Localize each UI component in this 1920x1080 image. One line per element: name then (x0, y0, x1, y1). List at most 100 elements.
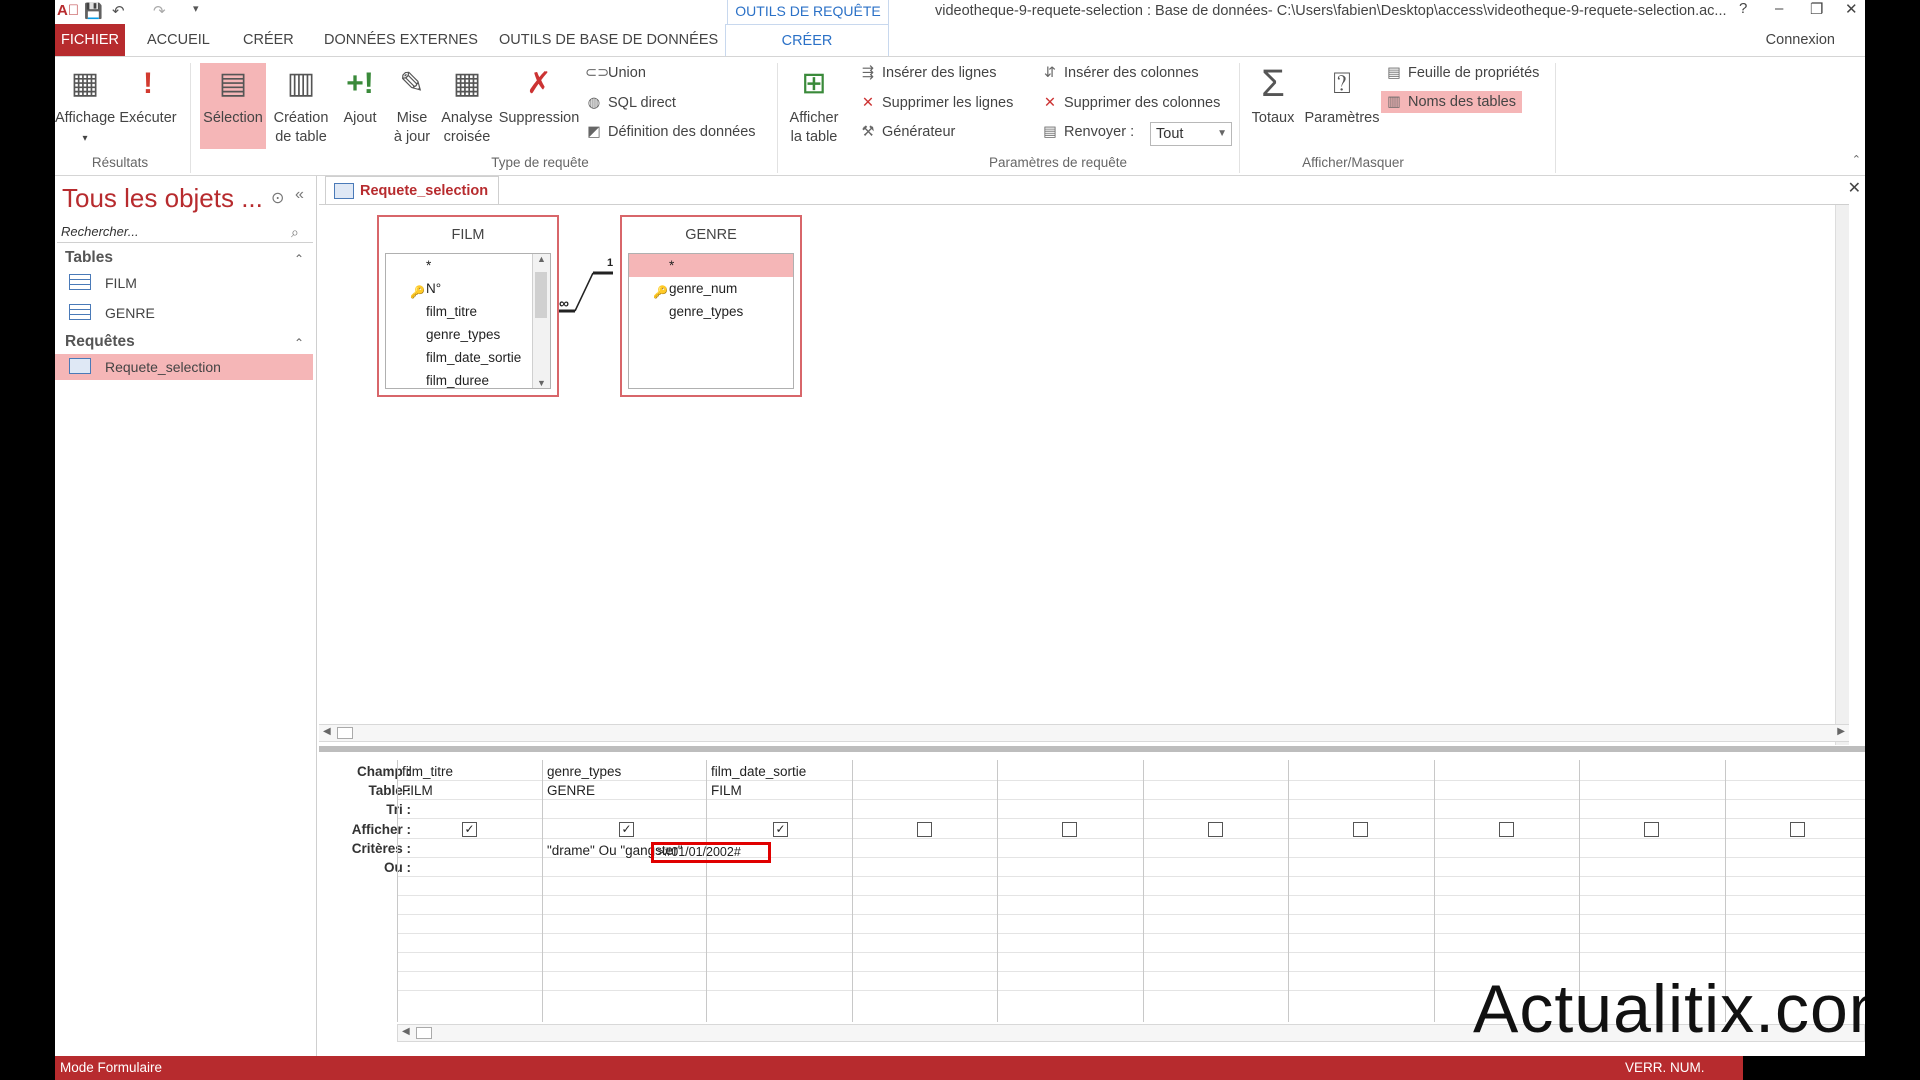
table-icon (69, 274, 91, 290)
grid-column-empty (1143, 760, 1288, 1022)
cell-afficher-checkbox[interactable]: ✓ (773, 822, 788, 837)
sql-direct-button[interactable]: ◍ SQL direct (585, 95, 676, 111)
ajout-button[interactable]: +! Ajout (336, 65, 384, 128)
field-film-titre[interactable]: film_titre (386, 300, 550, 323)
affichage-button[interactable]: ▦ Affichage ▾ (55, 65, 115, 148)
status-mode: Mode Formulaire (60, 1060, 163, 1075)
table-pane-vscroll[interactable] (1835, 205, 1849, 745)
status-bar: Mode Formulaire VERR. NUM. (55, 1056, 1865, 1080)
tab-donnees-externes[interactable]: DONNÉES EXTERNES (314, 24, 488, 56)
cell-criteres-highlighted[interactable]: >#01/01/2002# (651, 842, 771, 863)
definition-donnees-button[interactable]: ◩ Définition des données (585, 124, 755, 140)
customize-qat-icon[interactable]: ▾ (193, 2, 199, 15)
cell-champ[interactable]: genre_types (547, 762, 621, 781)
navigation-pane: Tous les objets ... ⊙ « Rechercher... ⌕ … (55, 176, 317, 1056)
nav-group-tables[interactable]: Tables (65, 249, 113, 267)
query-icon (334, 183, 354, 199)
nav-item-genre[interactable]: GENRE (55, 300, 313, 326)
field-star[interactable]: * (629, 254, 793, 277)
cell-afficher-checkbox[interactable] (1790, 822, 1805, 837)
chevron-up-icon[interactable]: ⌃ (294, 336, 304, 350)
cell-table[interactable]: FILM (711, 781, 742, 800)
inserer-lignes-button[interactable]: ⇶ Insérer des lignes (859, 65, 997, 81)
cell-table[interactable]: GENRE (547, 781, 595, 800)
grid-column-empty (852, 760, 997, 1022)
film-scrollbar[interactable]: ▲ ▼ (532, 254, 550, 388)
genre-table-box[interactable]: GENRE * 🔑 genre_num genre_types (620, 215, 802, 397)
totaux-button[interactable]: Σ Totaux (1245, 65, 1301, 128)
afficher-table-button[interactable]: ⊞ Afficher la table (781, 65, 847, 147)
field-star[interactable]: * (386, 254, 550, 277)
cell-afficher-checkbox[interactable]: ✓ (462, 822, 477, 837)
collapse-nav-icon[interactable]: « (295, 186, 304, 204)
minimize-button[interactable]: – (1775, 0, 1783, 17)
generateur-button[interactable]: ⚒ Générateur (859, 124, 956, 140)
selection-button[interactable]: ▤ Sélection (200, 63, 266, 149)
executer-button[interactable]: ! Exécuter (118, 65, 178, 128)
field-numero[interactable]: 🔑 N° (386, 277, 550, 300)
field-film-date-sortie[interactable]: film_date_sortie (386, 346, 550, 369)
nav-item-film[interactable]: FILM (55, 270, 313, 296)
mise-a-jour-button[interactable]: ✎ Mise à jour (387, 65, 437, 147)
document-tab[interactable]: Requete_selection (325, 176, 500, 204)
cell-table[interactable]: FILM (402, 781, 433, 800)
tab-accueil[interactable]: ACCUEIL (137, 24, 220, 56)
inserer-colonnes-button[interactable]: ⇵ Insérer des colonnes (1041, 65, 1199, 81)
cell-champ[interactable]: film_titre (402, 762, 453, 781)
restore-button[interactable]: ❐ (1810, 0, 1823, 18)
cell-afficher-checkbox[interactable] (1208, 822, 1223, 837)
supprimer-lignes-button[interactable]: ✕ Supprimer les lignes (859, 95, 1013, 111)
cell-afficher-checkbox[interactable] (1644, 822, 1659, 837)
watermark: Actualitix.com (1473, 971, 1865, 1047)
pane-splitter[interactable] (319, 746, 1865, 752)
tab-creer-requete[interactable]: CRÉER (725, 24, 889, 56)
globe-icon: ◍ (587, 95, 601, 111)
nav-item-requete-selection[interactable]: Requete_selection (55, 354, 313, 380)
cell-afficher-checkbox[interactable] (1499, 822, 1514, 837)
query-design-document: Requete_selection ✕ FILM * 🔑 N° film_titr… (319, 176, 1865, 1056)
search-icon[interactable]: ⌕ (291, 224, 299, 241)
select-query-icon: ▤ (218, 67, 248, 100)
suppression-button[interactable]: ✗ Suppression (497, 65, 581, 128)
parametres-button[interactable]: ⍰ Paramètres (1302, 65, 1382, 128)
save-icon[interactable]: 💾 (84, 2, 103, 20)
tab-creer[interactable]: CRÉER (233, 24, 304, 56)
union-button[interactable]: ⊂⊃Union (585, 65, 646, 81)
help-icon[interactable]: ? (1739, 0, 1747, 17)
redo-icon[interactable]: ↷ (153, 2, 166, 20)
cell-afficher-checkbox[interactable]: ✓ (619, 822, 634, 837)
creation-table-button[interactable]: ▥ Création de table (267, 65, 335, 147)
supprimer-colonnes-button[interactable]: ✕ Supprimer des colonnes (1041, 95, 1220, 111)
cell-afficher-checkbox[interactable] (917, 822, 932, 837)
close-document-icon[interactable]: ✕ (1848, 178, 1861, 198)
nav-group-requetes[interactable]: Requêtes (65, 333, 135, 351)
connexion-link[interactable]: Connexion (1766, 32, 1835, 48)
nav-menu-icon[interactable]: ⊙ (271, 188, 284, 208)
noms-tables-button[interactable]: ▥ Noms des tables (1381, 91, 1522, 113)
feuille-proprietes-button[interactable]: ▤ Feuille de propriétés (1385, 65, 1539, 81)
renvoyer-select[interactable]: Tout ▼ (1150, 122, 1232, 146)
field-film-duree[interactable]: film_duree (386, 369, 550, 388)
nav-search-input[interactable]: Rechercher... (57, 221, 313, 243)
group-type-requete: Type de requête (491, 155, 589, 170)
field-genre-types[interactable]: genre_types (386, 323, 550, 346)
close-button[interactable]: ✕ (1845, 0, 1858, 18)
table-pane-hscroll[interactable]: ◀ ▶ (319, 724, 1849, 742)
field-genre-num[interactable]: 🔑 genre_num (629, 277, 793, 300)
genre-table-title: GENRE (685, 227, 737, 243)
update-icon: ✎ (399, 67, 425, 100)
cell-afficher-checkbox[interactable] (1353, 822, 1368, 837)
film-table-box[interactable]: FILM * 🔑 N° film_titre genre_types film_d… (377, 215, 559, 397)
collapse-ribbon-icon[interactable]: ⌃ (1852, 153, 1861, 166)
analyse-croisee-button[interactable]: ▦ Analyse croisée (437, 65, 497, 147)
tab-fichier[interactable]: FICHIER (55, 24, 125, 56)
undo-icon[interactable]: ↶ (112, 2, 125, 20)
film-table-title: FILM (451, 227, 485, 243)
nav-title[interactable]: Tous les objets ... (62, 183, 263, 214)
cell-afficher-checkbox[interactable] (1062, 822, 1077, 837)
field-genre-types[interactable]: genre_types (629, 300, 793, 323)
chevron-up-icon[interactable]: ⌃ (294, 252, 304, 266)
cell-champ[interactable]: film_date_sortie (711, 762, 806, 781)
delete-rows-icon: ✕ (861, 95, 875, 111)
tab-outils-bdd[interactable]: OUTILS DE BASE DE DONNÉES (489, 24, 728, 56)
